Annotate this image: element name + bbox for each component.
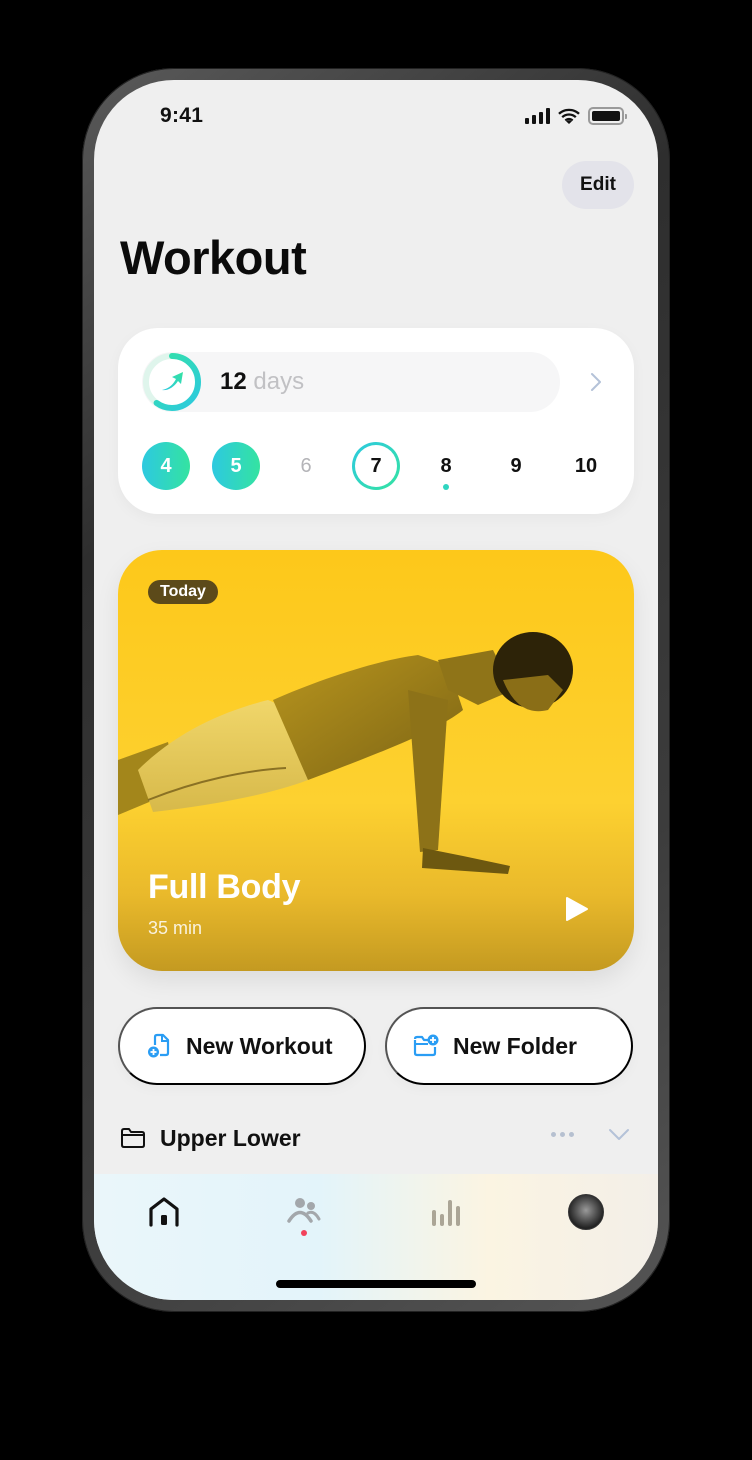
day-selector: 4 5 6 7 8 9 10 bbox=[142, 442, 612, 492]
page-title: Workout bbox=[120, 231, 307, 284]
folder-name: Upper Lower bbox=[160, 1124, 301, 1151]
streak-count-number: 12 bbox=[220, 368, 247, 395]
status-time: 9:41 bbox=[160, 104, 204, 127]
chevron-right-icon[interactable] bbox=[588, 370, 604, 394]
day-item[interactable]: 4 bbox=[142, 442, 190, 490]
workout-duration: 35 min bbox=[148, 918, 203, 938]
day-item[interactable]: 7 bbox=[352, 442, 400, 490]
tab-community[interactable] bbox=[284, 1192, 324, 1236]
new-document-icon bbox=[148, 1033, 170, 1058]
notification-dot bbox=[301, 1230, 307, 1236]
home-icon bbox=[149, 1197, 179, 1227]
cellular-signal-icon bbox=[525, 108, 550, 124]
streak-summary-button[interactable] bbox=[142, 352, 560, 412]
tab-bar bbox=[94, 1174, 658, 1300]
chevron-down-icon[interactable] bbox=[608, 1128, 630, 1142]
man-doing-plank-photo bbox=[118, 632, 573, 874]
streak-progress-ring bbox=[143, 353, 201, 411]
folder-row[interactable]: Upper Lower bbox=[120, 1120, 634, 1156]
new-folder-button[interactable]: New Folder bbox=[385, 1007, 633, 1085]
scheduled-dot bbox=[443, 484, 449, 490]
day-item[interactable]: 10 bbox=[562, 442, 610, 490]
streak-count-unit: days bbox=[253, 368, 305, 395]
wifi-icon bbox=[558, 108, 580, 124]
day-item[interactable]: 8 bbox=[422, 442, 470, 490]
tab-profile[interactable] bbox=[566, 1192, 606, 1232]
battery-icon bbox=[588, 107, 627, 125]
status-icons bbox=[525, 107, 627, 125]
screen: 9:41 Edit Workout 12 days 4 5 6 7 8 9 10… bbox=[94, 80, 658, 1300]
today-workout-card[interactable]: Today Full Body 35 min bbox=[118, 550, 634, 971]
bar-chart-icon bbox=[432, 1200, 460, 1226]
new-workout-button[interactable]: New Workout bbox=[118, 1007, 366, 1085]
ellipsis-icon[interactable] bbox=[551, 1132, 574, 1137]
workout-title: Full Body bbox=[148, 868, 301, 906]
streak-count: 12 days bbox=[220, 368, 304, 396]
new-folder-icon bbox=[413, 1034, 439, 1057]
today-badge: Today bbox=[148, 580, 218, 604]
day-item[interactable]: 5 bbox=[212, 442, 260, 490]
new-workout-label: New Workout bbox=[186, 1032, 333, 1059]
avatar bbox=[568, 1194, 604, 1230]
home-indicator[interactable] bbox=[276, 1280, 476, 1288]
new-folder-label: New Folder bbox=[453, 1032, 577, 1059]
day-item[interactable]: 6 bbox=[282, 442, 330, 490]
folder-icon bbox=[121, 1128, 145, 1148]
tab-stats[interactable] bbox=[426, 1192, 466, 1232]
tab-home[interactable] bbox=[144, 1192, 184, 1232]
streak-card: 12 days 4 5 6 7 8 9 10 bbox=[118, 328, 634, 514]
play-icon[interactable] bbox=[562, 895, 590, 923]
edit-button[interactable]: Edit bbox=[562, 161, 634, 209]
day-item[interactable]: 9 bbox=[492, 442, 540, 490]
people-icon bbox=[287, 1198, 321, 1223]
